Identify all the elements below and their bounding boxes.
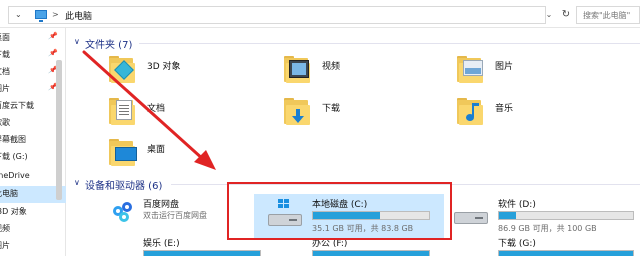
breadcrumb-this-pc[interactable]: 此电脑 xyxy=(65,9,92,22)
pictures-folder-icon xyxy=(455,55,489,85)
drive-e-label: 娱乐 (E:) xyxy=(143,239,180,249)
folder-videos[interactable]: 视频 xyxy=(282,55,422,95)
drive-d-info: 86.9 GB 可用，共 100 GB xyxy=(498,224,597,233)
drive-f-usage-bar xyxy=(312,250,430,256)
drive-f[interactable]: 办公 (F:) xyxy=(254,238,444,256)
nav-item-videos[interactable]: 视频 xyxy=(0,221,66,238)
videos-folder-icon xyxy=(282,55,316,85)
this-pc-icon xyxy=(35,10,47,22)
hard-drive-icon xyxy=(454,212,488,224)
breadcrumb-separator-icon[interactable]: > xyxy=(52,10,59,19)
folder-3d-objects[interactable]: 3D 对象 xyxy=(107,55,247,95)
folder-documents[interactable]: 文档 xyxy=(107,97,247,137)
pin-icon: 📌 xyxy=(48,49,57,57)
folder-pictures[interactable]: 图片 xyxy=(455,55,595,95)
drive-d[interactable]: 软件 (D:) 86.9 GB 可用，共 100 GB xyxy=(440,194,640,238)
baidu-netdisk-info: 双击运行百度网盘 xyxy=(143,211,207,220)
desktop-folder-icon xyxy=(107,138,141,168)
collapse-chevron-icon[interactable]: ∨ xyxy=(74,37,80,46)
drive-e-usage-bar xyxy=(143,250,261,256)
nav-item-pictures-2[interactable]: 图片 xyxy=(0,238,66,255)
folder-desktop[interactable]: 桌面 xyxy=(107,138,247,178)
drive-g[interactable]: 下载 (G:) xyxy=(440,238,640,256)
drives-group-label: 设备和驱动器 (6) xyxy=(85,181,163,192)
address-dropdown-icon[interactable]: ⌄ xyxy=(542,7,556,23)
search-input[interactable]: 搜索"此电脑" xyxy=(576,6,640,24)
music-folder-icon xyxy=(455,97,489,127)
drive-d-usage-bar xyxy=(498,211,634,220)
drive-g-label: 下载 (G:) xyxy=(498,239,536,249)
baidu-netdisk-label: 百度网盘 xyxy=(143,200,180,210)
navigation-pane: 桌面📌 下载📌 文档📌 图片📌 百度云下载 歌歌 屏幕截图 下载 (G:) On… xyxy=(0,28,66,256)
nav-item-desktop[interactable]: 桌面📌 xyxy=(0,30,66,47)
file-explorer-window: ⌄ > 此电脑 ⌄ ↻ 搜索"此电脑" 桌面📌 下载📌 文档📌 图片📌 百度云下… xyxy=(0,0,640,256)
drive-d-usage-fill xyxy=(499,212,517,219)
highlight-box xyxy=(227,182,452,240)
nav-item-3d-objects[interactable]: 3D 对象 xyxy=(0,204,66,221)
refresh-icon[interactable]: ↻ xyxy=(559,7,573,23)
drive-g-usage-bar xyxy=(498,250,634,256)
address-bar[interactable]: ⌄ > 此电脑 xyxy=(8,6,546,24)
documents-folder-icon xyxy=(107,97,141,127)
collapse-chevron-icon[interactable]: ∨ xyxy=(74,178,80,187)
address-toolbar: ⌄ > 此电脑 ⌄ ↻ 搜索"此电脑" xyxy=(0,0,640,28)
address-history-chevron-icon[interactable]: ⌄ xyxy=(15,10,22,19)
baidu-netdisk-icon xyxy=(111,200,137,226)
drive-d-label: 软件 (D:) xyxy=(498,200,536,210)
nav-scrollbar[interactable] xyxy=(56,60,62,200)
group-divider xyxy=(139,43,640,44)
downloads-folder-icon xyxy=(282,97,316,127)
folders-group-label: 文件夹 (7) xyxy=(85,40,133,51)
folder-music[interactable]: 音乐 xyxy=(455,97,595,137)
folder-downloads[interactable]: 下载 xyxy=(282,97,422,137)
3d-objects-folder-icon xyxy=(107,55,141,85)
folders-group-header[interactable]: ∨ 文件夹 (7) xyxy=(67,34,640,52)
pin-icon: 📌 xyxy=(48,32,57,40)
search-placeholder: 搜索"此电脑" xyxy=(583,11,631,20)
